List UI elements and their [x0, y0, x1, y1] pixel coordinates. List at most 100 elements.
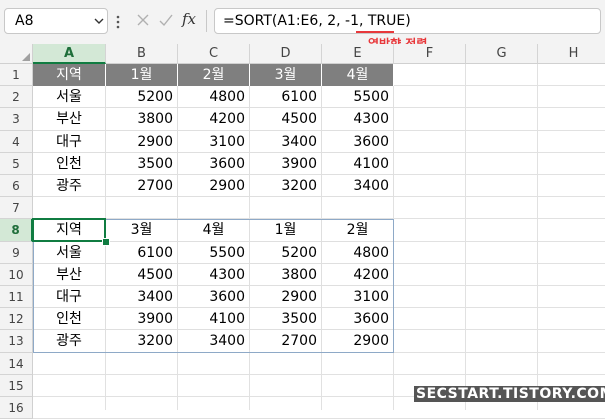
result-header-cell[interactable]: 3월 — [106, 219, 178, 242]
spreadsheet-grid[interactable]: A B C D E F G H 1 2 3 4 5 6 7 8 9 10 11 12 13 14 15 16 지역 1월 2월 3월 4… — [0, 44, 605, 419]
cancel-icon[interactable] — [136, 13, 150, 27]
enter-check-icon[interactable] — [158, 12, 174, 28]
value-cell[interactable]: 6100 — [250, 86, 322, 109]
source-header-cell[interactable]: 1월 — [106, 64, 178, 87]
result-value-cell[interactable]: 3600 — [322, 308, 394, 331]
result-value-cell[interactable]: 4500 — [106, 263, 178, 286]
row-header-8[interactable]: 8 — [0, 219, 33, 242]
row-header-11[interactable]: 11 — [0, 286, 33, 309]
result-region-cell[interactable]: 광주 — [33, 330, 106, 353]
result-value-cell[interactable]: 3400 — [106, 286, 178, 309]
result-value-cell[interactable]: 5500 — [178, 241, 250, 264]
value-cell[interactable]: 3100 — [178, 130, 250, 153]
result-value-cell[interactable]: 4800 — [322, 241, 394, 264]
value-cell[interactable]: 3500 — [106, 152, 178, 175]
value-cell[interactable]: 4800 — [178, 86, 250, 109]
row-header-9[interactable]: 9 — [0, 241, 33, 264]
value-cell[interactable]: 4200 — [178, 108, 250, 131]
value-cell[interactable]: 3400 — [250, 130, 322, 153]
gridline-horizontal — [33, 373, 605, 375]
column-header-h[interactable]: H — [538, 44, 605, 64]
result-value-cell[interactable]: 4100 — [178, 308, 250, 331]
value-cell[interactable]: 3400 — [322, 175, 394, 198]
value-cell[interactable]: 3900 — [250, 152, 322, 175]
result-region-cell[interactable]: 대구 — [33, 286, 106, 309]
result-header-cell[interactable]: 1월 — [250, 219, 322, 242]
value-cell[interactable]: 3800 — [106, 108, 178, 131]
result-value-cell[interactable]: 4200 — [322, 263, 394, 286]
column-header-c[interactable]: C — [178, 44, 250, 64]
region-cell[interactable]: 광주 — [33, 175, 106, 198]
result-value-cell[interactable]: 5200 — [250, 241, 322, 264]
value-cell[interactable]: 4300 — [322, 108, 394, 131]
column-header-a[interactable]: A — [33, 44, 106, 64]
row-header-3[interactable]: 3 — [0, 108, 33, 131]
result-value-cell[interactable]: 2900 — [250, 286, 322, 309]
value-cell[interactable]: 3200 — [250, 175, 322, 198]
value-cell[interactable]: 2700 — [106, 175, 178, 198]
value-cell[interactable]: 4500 — [250, 108, 322, 131]
source-header-cell[interactable]: 2월 — [178, 64, 250, 87]
result-value-cell[interactable]: 3900 — [106, 308, 178, 331]
result-region-cell[interactable]: 부산 — [33, 263, 106, 286]
result-header-cell[interactable]: 4월 — [178, 219, 250, 242]
selected-cell[interactable] — [32, 218, 106, 242]
region-cell[interactable]: 부산 — [33, 108, 106, 131]
value-cell[interactable]: 2900 — [178, 175, 250, 198]
name-box-value: A8 — [15, 13, 34, 29]
row-header-12[interactable]: 12 — [0, 308, 33, 331]
value-cell[interactable]: 4100 — [322, 152, 394, 175]
row-header-4[interactable]: 4 — [0, 130, 33, 153]
row-header-1[interactable]: 1 — [0, 64, 33, 87]
result-value-cell[interactable]: 2700 — [250, 330, 322, 353]
select-all-button[interactable] — [0, 44, 33, 64]
region-cell[interactable]: 서울 — [33, 86, 106, 109]
row-header-13[interactable]: 13 — [0, 330, 33, 353]
result-value-cell[interactable]: 3100 — [322, 286, 394, 309]
annotation-underline — [356, 31, 394, 33]
result-value-cell[interactable]: 3600 — [178, 286, 250, 309]
value-cell[interactable]: 3600 — [322, 130, 394, 153]
result-region-cell[interactable]: 서울 — [33, 241, 106, 264]
column-header-g[interactable]: G — [466, 44, 538, 64]
result-value-cell[interactable]: 3500 — [250, 308, 322, 331]
result-region-cell[interactable]: 인천 — [33, 308, 106, 331]
formula-bar: A8 fx =SORT(A1:E6, 2, -1, TRUE) 열방향 정렬 — [0, 0, 605, 51]
source-header-cell[interactable]: 지역 — [33, 64, 106, 87]
gridline-vertical — [465, 64, 466, 410]
result-value-cell[interactable]: 2900 — [322, 330, 394, 353]
result-value-cell[interactable]: 6100 — [106, 241, 178, 264]
source-header-cell[interactable]: 3월 — [250, 64, 322, 87]
formula-input[interactable]: =SORT(A1:E6, 2, -1, TRUE) — [214, 8, 601, 34]
value-cell[interactable]: 5500 — [322, 86, 394, 109]
row-header-16[interactable]: 16 — [0, 397, 33, 419]
chevron-down-icon[interactable] — [93, 15, 105, 27]
value-cell[interactable]: 3600 — [178, 152, 250, 175]
row-header-5[interactable]: 5 — [0, 152, 33, 175]
region-cell[interactable]: 대구 — [33, 130, 106, 153]
insert-function-icon[interactable]: fx — [182, 10, 196, 28]
column-header-f[interactable]: F — [394, 44, 466, 64]
row-header-2[interactable]: 2 — [0, 86, 33, 109]
value-cell[interactable]: 5200 — [106, 86, 178, 109]
result-header-cell[interactable]: 2월 — [322, 219, 394, 242]
name-box[interactable]: A8 — [4, 8, 108, 34]
result-value-cell[interactable]: 3400 — [178, 330, 250, 353]
column-header-e[interactable]: E — [322, 44, 394, 64]
result-value-cell[interactable]: 4300 — [178, 263, 250, 286]
more-options-icon[interactable] — [116, 14, 120, 30]
column-header-d[interactable]: D — [250, 44, 322, 64]
row-header-15[interactable]: 15 — [0, 374, 33, 397]
formula-bar-divider — [206, 10, 207, 32]
column-header-b[interactable]: B — [106, 44, 178, 64]
result-value-cell[interactable]: 3800 — [250, 263, 322, 286]
fill-handle[interactable] — [102, 237, 110, 246]
value-cell[interactable]: 2900 — [106, 130, 178, 153]
source-header-cell[interactable]: 4월 — [322, 64, 394, 87]
result-value-cell[interactable]: 3200 — [106, 330, 178, 353]
row-header-14[interactable]: 14 — [0, 352, 33, 375]
row-header-6[interactable]: 6 — [0, 175, 33, 198]
region-cell[interactable]: 인천 — [33, 152, 106, 175]
row-header-7[interactable]: 7 — [0, 197, 33, 220]
row-header-10[interactable]: 10 — [0, 263, 33, 286]
